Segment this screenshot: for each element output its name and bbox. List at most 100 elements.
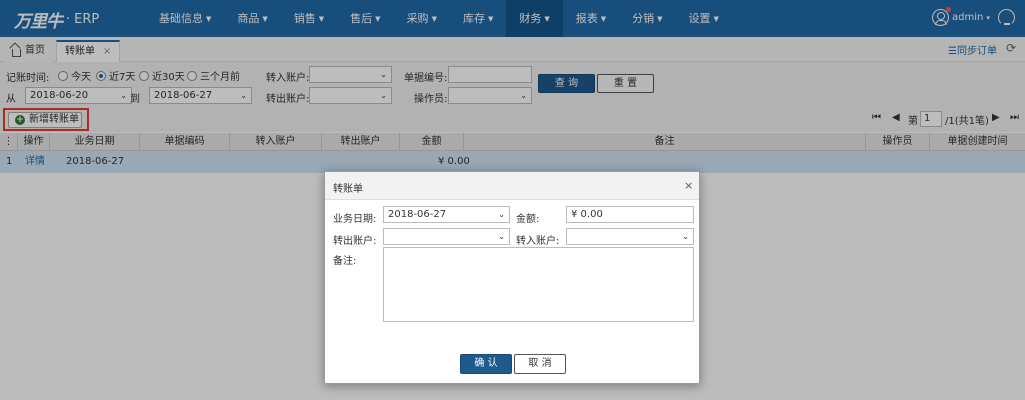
- nav-label: 基础信息: [159, 12, 203, 25]
- close-icon[interactable]: ×: [103, 42, 111, 62]
- from-date-select[interactable]: 2018-06-20 ⌄: [25, 87, 132, 104]
- column-menu-icon[interactable]: ⋮: [0, 133, 18, 151]
- amount-input[interactable]: ¥ 0.00: [566, 206, 694, 223]
- chevron-down-icon: ▼: [375, 15, 381, 23]
- nav-products[interactable]: 商品 ▼: [224, 0, 280, 37]
- first-page-icon[interactable]: ⏮: [872, 112, 881, 123]
- last-page-icon[interactable]: ⏭: [1010, 112, 1019, 123]
- chevron-down-icon: ⌄: [498, 210, 505, 219]
- radio-label: 今天: [71, 72, 91, 83]
- nav-label: 售后: [350, 12, 373, 25]
- logo-mark: 万里牛: [14, 11, 63, 32]
- th-action: 操作: [18, 133, 50, 151]
- main-nav: 基础信息 ▼ 商品 ▼ 销售 ▼ 售后 ▼ 采购 ▼ 库存 ▼ 财务 ▼ 报表 ▼ 分销 ▼ 设置…: [146, 0, 732, 37]
- nav-label: 财务: [519, 12, 542, 25]
- sync-orders-link[interactable]: ☰同步订单: [948, 42, 997, 57]
- chevron-down-icon: ⌄: [520, 91, 527, 100]
- close-icon[interactable]: ×: [684, 179, 693, 192]
- radio-icon: [187, 70, 197, 81]
- radio-7days[interactable]: 近7天: [96, 68, 135, 83]
- to-label: 到: [130, 94, 140, 105]
- nav-label: 采购: [406, 12, 429, 25]
- row-date: 2018-06-27: [66, 156, 125, 167]
- radio-3months[interactable]: 三个月前: [187, 68, 240, 83]
- nav-after-sales[interactable]: 售后 ▼: [337, 0, 393, 37]
- radio-label: 近30天: [152, 72, 185, 83]
- doc-no-label: 单据编号:: [404, 73, 448, 84]
- operator-select[interactable]: ⌄: [448, 87, 532, 104]
- table-row[interactable]: 1 详情 2018-06-27 ¥ 0.00: [0, 151, 1025, 173]
- th-date: 业务日期: [50, 133, 140, 151]
- chevron-down-icon: ⌄: [682, 232, 689, 241]
- chevron-down-icon: ▼: [262, 15, 268, 23]
- doc-no-input[interactable]: [448, 66, 532, 83]
- reset-button[interactable]: 重 置: [597, 74, 654, 93]
- nav-label: 商品: [237, 12, 260, 25]
- radio-icon: [58, 70, 68, 81]
- detail-link[interactable]: 详情: [25, 151, 45, 173]
- note-label: 备注:: [333, 256, 357, 267]
- transfer-dialog: 转账单 × 业务日期: 2018-06-27 ⌄ 金额: ¥ 0.00 转出账户:…: [324, 171, 700, 384]
- nav-inventory[interactable]: 库存 ▼: [450, 0, 506, 37]
- nav-basic-info[interactable]: 基础信息 ▼: [146, 0, 224, 37]
- refresh-icon[interactable]: ⟳: [1006, 41, 1016, 55]
- nav-reports[interactable]: 报表 ▼: [563, 0, 619, 37]
- chevron-down-icon: ⌄: [380, 91, 387, 100]
- user-name: admin: [952, 12, 984, 23]
- from-date-value: 2018-06-20: [30, 90, 89, 101]
- prev-page-icon[interactable]: ◀: [892, 112, 900, 123]
- row-index: 1: [6, 156, 13, 167]
- chevron-down-icon: ▼: [431, 15, 437, 23]
- in-account-select[interactable]: ⌄: [566, 228, 694, 245]
- logo[interactable]: 万里牛 · ERP: [14, 7, 100, 32]
- chevron-down-icon: ⌄: [120, 91, 127, 100]
- radio-today[interactable]: 今天: [58, 68, 91, 83]
- query-button[interactable]: 查 询: [538, 74, 595, 93]
- biz-date-value: 2018-06-27: [388, 209, 447, 220]
- nav-label: 报表: [575, 12, 598, 25]
- chevron-down-icon: ▼: [713, 15, 719, 23]
- page-total: /1(共1笔): [945, 116, 989, 127]
- page-input[interactable]: 1: [920, 111, 942, 127]
- dialog-header: 转账单 ×: [325, 172, 699, 200]
- out-account-label: 转出账户:: [266, 94, 310, 105]
- out-account-select[interactable]: ⌄: [383, 228, 510, 245]
- user-menu[interactable]: admin ▾: [932, 9, 990, 26]
- radio-checked-icon: [96, 70, 106, 81]
- amount-label: 金额:: [516, 214, 540, 225]
- out-account-label: 转出账户:: [333, 236, 377, 247]
- radio-label: 近7天: [109, 72, 136, 83]
- in-account-select[interactable]: ⌄: [309, 66, 392, 83]
- th-code: 单据编码: [140, 133, 230, 151]
- confirm-button[interactable]: 确 认: [460, 354, 512, 374]
- note-textarea[interactable]: [383, 247, 694, 322]
- to-date-value: 2018-06-27: [154, 90, 213, 101]
- biz-date-select[interactable]: 2018-06-27 ⌄: [383, 206, 510, 223]
- radio-30days[interactable]: 近30天: [139, 68, 185, 83]
- chevron-down-icon: ▼: [318, 15, 325, 23]
- table-header: ⋮ 操作 业务日期 单据编码 转入账户 转出账户 金额 备注 操作员 单据创建时…: [0, 133, 1025, 151]
- tab-transfer[interactable]: 转账单 ×: [56, 40, 121, 62]
- home-icon: [12, 48, 21, 57]
- headset-icon[interactable]: [998, 9, 1015, 26]
- th-in-account: 转入账户: [230, 133, 322, 151]
- out-account-select[interactable]: ⌄: [309, 87, 392, 104]
- cancel-button[interactable]: 取 消: [514, 354, 566, 374]
- tab-home[interactable]: 首页: [4, 40, 53, 62]
- chevron-down-icon: ▼: [657, 15, 663, 23]
- top-navbar: 万里牛 · ERP 基础信息 ▼ 商品 ▼ 销售 ▼ 售后 ▼ 采购 ▼ 库存 ▼ 财务 ▼ …: [0, 0, 1025, 37]
- page-label: 第: [908, 116, 918, 127]
- nav-purchase[interactable]: 采购 ▼: [394, 0, 450, 37]
- th-note: 备注: [464, 133, 866, 151]
- nav-finance[interactable]: 财务 ▼: [506, 0, 563, 37]
- logo-erp: ERP: [74, 11, 100, 27]
- next-page-icon[interactable]: ▶: [992, 112, 1000, 123]
- highlight-box: [3, 108, 89, 131]
- chevron-down-icon: ⌄: [380, 70, 387, 79]
- time-label: 记账时间:: [6, 73, 50, 84]
- nav-settings[interactable]: 设置 ▼: [676, 0, 732, 37]
- to-date-select[interactable]: 2018-06-27 ⌄: [149, 87, 252, 104]
- nav-sales[interactable]: 销售 ▼: [281, 0, 337, 37]
- th-created: 单据创建时间: [947, 136, 1008, 147]
- nav-distribution[interactable]: 分销 ▼: [619, 0, 675, 37]
